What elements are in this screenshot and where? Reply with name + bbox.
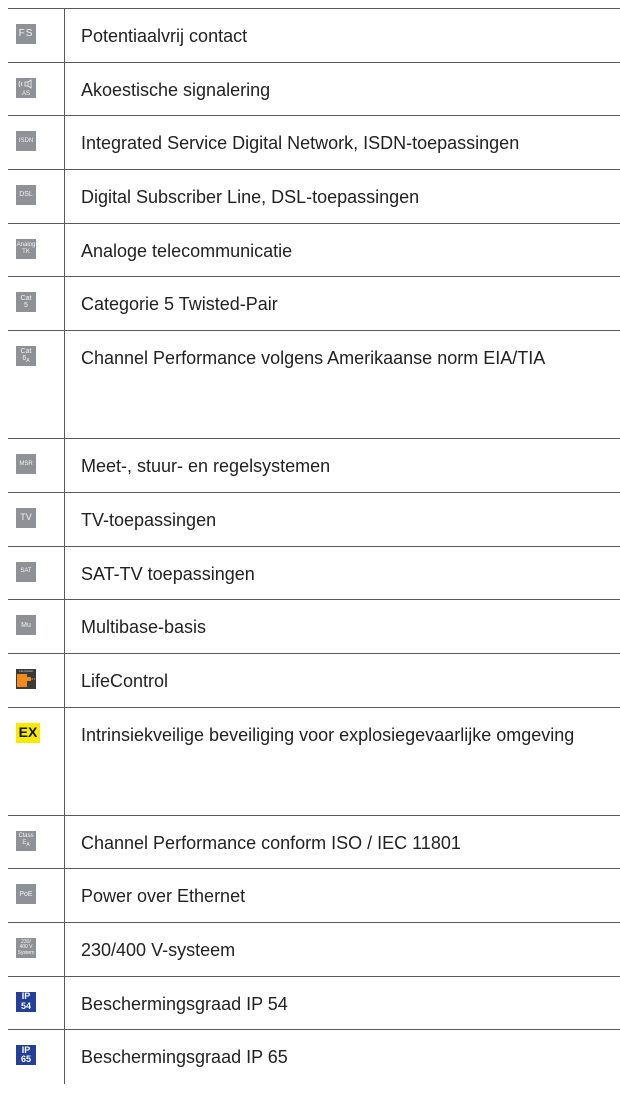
ip65-icon: IP 65 <box>16 1045 36 1066</box>
msr-icon: MSR <box>16 454 36 475</box>
dsl-icon: DSL <box>16 185 36 206</box>
row-description: LifeControl <box>81 670 169 691</box>
table-row: FS Potentiaalvrij contact <box>8 9 620 63</box>
icon-cell: SAT <box>8 546 65 600</box>
row-description: Categorie 5 Twisted-Pair <box>81 294 278 315</box>
table-row: Life Control LifeControl <box>8 653 620 708</box>
table-row: EX Intrinsiekveilige beveiliging voor ex… <box>8 707 620 816</box>
row-description: Multibase-basis <box>81 617 207 638</box>
row-description: Integrated Service Digital Network, ISDN… <box>81 133 520 154</box>
icon-cell: ISDN <box>8 116 65 170</box>
table-row: IP 54 Beschermingsgraad IP 54 <box>8 976 620 1031</box>
table-row: ISDN Integrated Service Digital Network,… <box>8 116 620 171</box>
icon-cell: MSR <box>8 439 65 492</box>
analog-tk-icon: Analog TK <box>16 238 36 259</box>
acoustic-icon-label: AS <box>22 91 30 97</box>
row-description: Digital Subscriber Line, DSL-toepassinge… <box>81 187 420 208</box>
row-description: TV-toepassingen <box>81 509 217 530</box>
icon-cell: IP 65 <box>8 1030 65 1084</box>
icon-cell: Cat 5 <box>8 277 65 331</box>
table-row: PoE Power over Ethernet <box>8 869 620 923</box>
table-row: Analog TK Analoge telecommunicatie <box>8 223 620 278</box>
row-description: 230/400 V-systeem <box>81 939 236 960</box>
row-description: Channel Performance volgens Amerikaanse … <box>81 348 546 369</box>
row-description: Meet-, stuur- en regelsystemen <box>81 456 331 477</box>
symbol-legend-table: FS Potentiaalvrij contact AS Akoestische… <box>8 8 620 1084</box>
icon-line: Cat <box>20 347 32 355</box>
sat-icon: SAT <box>16 561 36 582</box>
tv-icon: TV <box>16 507 36 528</box>
fs-icon: FS <box>16 24 36 44</box>
icon-cell: Mu <box>8 600 65 653</box>
multibase-icon: Mu <box>16 615 36 636</box>
icon-cell: FS <box>8 9 65 62</box>
table-row: Cat 6A Channel Performance volgens Ameri… <box>8 331 620 440</box>
icon-cell: Class EA <box>8 815 65 869</box>
row-description: Power over Ethernet <box>81 886 246 907</box>
table-row: IP 65 Beschermingsgraad IP 65 <box>8 1030 620 1084</box>
icon-line: EA <box>22 839 30 848</box>
table-row: Mu Multibase-basis <box>8 600 620 654</box>
poe-icon: PoE <box>16 884 36 905</box>
class-ea-icon: Class EA <box>16 830 36 851</box>
icon-line: 5 <box>24 302 28 310</box>
icon-line: 65 <box>20 1054 31 1065</box>
icon-cell: PoE <box>8 869 65 922</box>
row-description: Channel Performance conform ISO / IEC 11… <box>81 832 461 853</box>
system-230-400v-icon: 230/ 400 V System <box>16 937 36 958</box>
icon-cell: AS <box>8 62 65 116</box>
icon-line: System <box>17 949 35 956</box>
icon-cell: IP 54 <box>8 976 65 1030</box>
table-row: AS Akoestische signalering <box>8 62 620 117</box>
isdn-icon: ISDN <box>16 131 36 152</box>
ip54-icon: IP 54 <box>16 991 36 1012</box>
table-row: DSL Digital Subscriber Line, DSL-toepass… <box>8 170 620 224</box>
row-description: Potentiaalvrij contact <box>81 26 248 46</box>
lifecontrol-icon: Life Control <box>16 668 36 689</box>
table-row: Class EA Channel Performance conform ISO… <box>8 815 620 870</box>
row-description: SAT-TV toepassingen <box>81 563 255 584</box>
icon-line: TK <box>22 248 30 255</box>
table-row: TV TV-toepassingen <box>8 492 620 547</box>
row-description: Beschermingsgraad IP 54 <box>81 993 288 1014</box>
icon-cell: 230/ 400 V System <box>8 922 65 976</box>
row-description: Intrinsiekveilige beveiliging voor explo… <box>81 724 575 745</box>
icon-cell: Cat 6A <box>8 331 65 439</box>
ex-icon: EX <box>16 722 40 743</box>
table-row: Cat 5 Categorie 5 Twisted-Pair <box>8 277 620 332</box>
table-row: SAT SAT-TV toepassingen <box>8 546 620 601</box>
row-description: Beschermingsgraad IP 65 <box>81 1047 288 1068</box>
row-description: Akoestische signalering <box>81 79 271 100</box>
icon-line: 6A <box>22 355 30 365</box>
icon-cell: DSL <box>8 170 65 223</box>
cat6a-icon: Cat 6A <box>16 346 36 367</box>
icon-cell: EX <box>8 707 65 815</box>
lifecontrol-icon-label: Life Control <box>19 669 33 673</box>
table-row: 230/ 400 V System 230/400 V-systeem <box>8 922 620 977</box>
icon-line: 54 <box>20 1000 31 1011</box>
icon-cell: Life Control <box>8 653 65 707</box>
icon-cell: TV <box>8 492 65 546</box>
cat5-icon: Cat 5 <box>16 292 36 313</box>
icon-cell: Analog TK <box>8 223 65 277</box>
acoustic-signal-icon: AS <box>16 77 36 98</box>
row-description: Analoge telecommunicatie <box>81 240 293 261</box>
table-row: MSR Meet-, stuur- en regelsystemen <box>8 439 620 493</box>
icon-line: Cat <box>20 295 32 303</box>
